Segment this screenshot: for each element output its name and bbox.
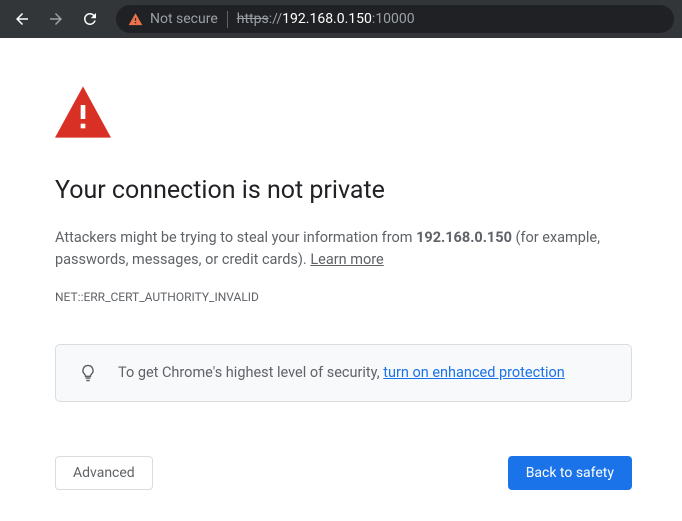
arrow-left-icon (13, 10, 31, 28)
security-chip[interactable]: Not secure (128, 11, 218, 27)
url-host: 192.168.0.150 (282, 11, 372, 27)
forward-button[interactable] (42, 5, 70, 33)
omnibox-divider (227, 11, 228, 28)
url-text: https://192.168.0.150:10000 (237, 11, 415, 27)
promo-text: To get Chrome's highest level of securit… (118, 364, 565, 381)
advanced-button[interactable]: Advanced (55, 456, 153, 490)
back-button[interactable] (8, 5, 36, 33)
learn-more-link[interactable]: Learn more (310, 251, 383, 268)
enhanced-protection-promo: To get Chrome's highest level of securit… (55, 344, 632, 402)
url-port: :10000 (372, 11, 415, 27)
warning-description: Attackers might be trying to steal your … (55, 227, 632, 272)
url-scheme: https (237, 11, 269, 27)
lightbulb-icon (78, 363, 98, 383)
address-bar[interactable]: Not secure https://192.168.0.150:10000 (116, 5, 674, 33)
reload-icon (81, 10, 99, 28)
warning-host: 192.168.0.150 (416, 229, 512, 246)
reload-button[interactable] (76, 5, 104, 33)
error-code: NET::ERR_CERT_AUTHORITY_INVALID (55, 290, 632, 304)
warning-large-icon (55, 86, 111, 138)
button-row: Advanced Back to safety (55, 456, 632, 490)
security-label: Not secure (150, 11, 218, 27)
ssl-error-page: Your connection is not private Attackers… (0, 38, 682, 490)
arrow-right-icon (47, 10, 65, 28)
enhanced-protection-link[interactable]: turn on enhanced protection (383, 364, 565, 381)
back-to-safety-button[interactable]: Back to safety (508, 456, 632, 490)
page-title: Your connection is not private (55, 176, 632, 205)
browser-toolbar: Not secure https://192.168.0.150:10000 (0, 0, 682, 38)
warning-triangle-icon (128, 12, 143, 27)
